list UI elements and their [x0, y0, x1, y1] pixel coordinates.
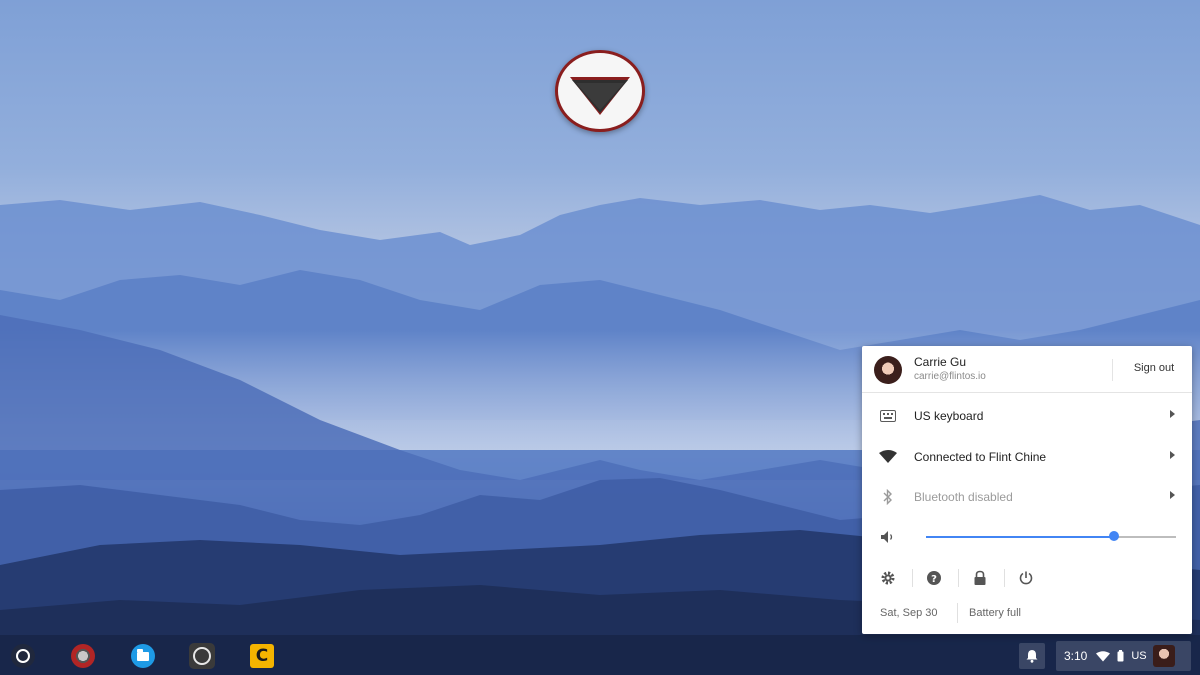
volume-slider-thumb[interactable] [1108, 531, 1119, 541]
keyboard-row-label: US keyboard [914, 409, 984, 423]
volume-icon[interactable] [878, 529, 898, 545]
settings-icon[interactable] [878, 568, 898, 588]
user-divider [1112, 359, 1113, 381]
date-label[interactable]: Sat, Sep 30 [880, 607, 938, 619]
action-divider [912, 569, 913, 587]
user-name: Carrie Gu [914, 355, 967, 369]
bluetooth-row-label: Bluetooth disabled [914, 490, 1013, 504]
chevron-right-icon [1170, 410, 1175, 418]
battery-icon [1117, 650, 1124, 662]
svg-text:?: ? [931, 574, 937, 585]
status-area[interactable]: 3:10 US [1056, 641, 1191, 671]
action-divider [958, 569, 959, 587]
power-icon[interactable] [1016, 568, 1036, 588]
battery-status: Battery full [969, 607, 1021, 619]
lock-icon[interactable] [970, 568, 990, 588]
notifications-button[interactable] [1019, 643, 1045, 669]
volume-slider-fill [926, 536, 1114, 538]
triangle-logo-icon [570, 77, 630, 115]
user-email: carrie@flintos.io [914, 371, 986, 382]
chrome-app-icon[interactable] [70, 643, 96, 669]
sign-out-button[interactable]: Sign out [1124, 362, 1184, 374]
app-logo[interactable] [555, 50, 645, 132]
footer-divider [957, 603, 958, 623]
c-app-icon[interactable]: C [249, 643, 275, 669]
system-tray-menu: Carrie Gu carrie@flintos.io Sign out US … [862, 346, 1192, 634]
tray-actions-bar: ? [862, 562, 1192, 592]
user-avatar [874, 356, 902, 384]
keyboard-icon [878, 408, 898, 424]
avatar [1152, 645, 1175, 667]
wifi-icon [1096, 650, 1111, 662]
chevron-right-icon [1170, 451, 1175, 459]
keyboard-row[interactable]: US keyboard [862, 396, 1192, 436]
chevron-right-icon [1170, 491, 1175, 499]
c-app-letter: C [250, 644, 274, 668]
bluetooth-row[interactable]: Bluetooth disabled [862, 477, 1192, 517]
action-divider [1004, 569, 1005, 587]
launcher-app-icon[interactable] [10, 643, 36, 669]
files-app-icon[interactable] [130, 643, 156, 669]
help-icon[interactable]: ? [924, 568, 944, 588]
bluetooth-icon [878, 489, 898, 505]
circle-app-icon[interactable] [189, 643, 215, 669]
clock: 3:10 [1064, 649, 1088, 663]
network-row-label: Connected to Flint Chine [914, 450, 1047, 464]
network-row[interactable]: Connected to Flint Chine [862, 437, 1192, 477]
volume-slider[interactable] [926, 531, 1176, 541]
user-card: Carrie Gu carrie@flintos.io Sign out [862, 346, 1192, 393]
bell-icon [1026, 650, 1038, 663]
wifi-icon [878, 449, 898, 465]
input-method-indicator: US [1131, 650, 1147, 662]
tray-footer: Sat, Sep 30 Battery full [862, 598, 1192, 628]
